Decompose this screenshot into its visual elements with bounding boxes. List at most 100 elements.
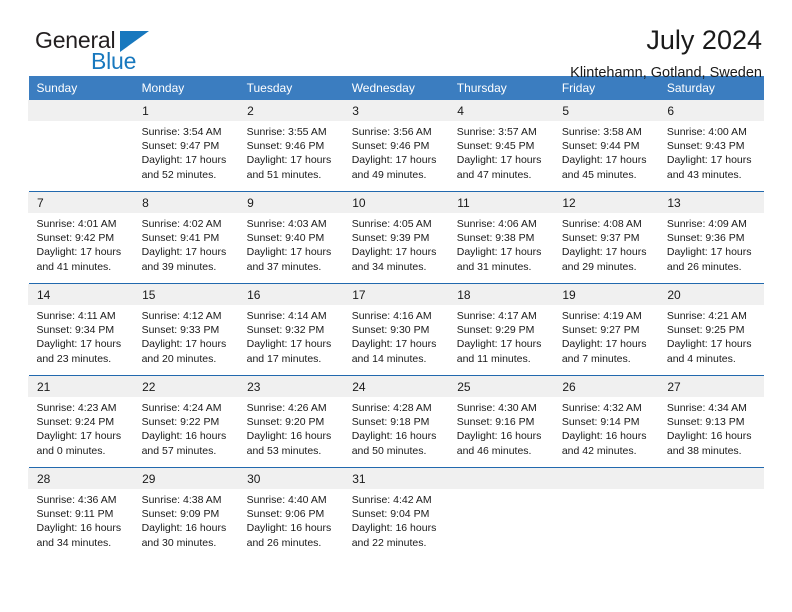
day-cell: Sunrise: 4:38 AM Sunset: 9:09 PM Daylight:… xyxy=(133,489,239,559)
day-number[interactable]: 31 xyxy=(343,468,449,489)
day-number-row: 123456 xyxy=(27,100,764,121)
day-number[interactable]: 3 xyxy=(343,100,449,121)
daylight-duration-line2: and 22 minutes. xyxy=(351,536,427,549)
daylight-duration-line2: and 29 minutes. xyxy=(561,260,637,273)
daylight-duration-line2: and 39 minutes. xyxy=(141,260,217,273)
day-number[interactable]: 10 xyxy=(343,192,449,213)
daylight-duration-line2: and 34 minutes. xyxy=(351,260,427,273)
sunset-time: Sunset: 9:25 PM xyxy=(666,324,745,337)
day-number[interactable]: 25 xyxy=(448,376,554,397)
day-number[interactable]: 22 xyxy=(133,376,239,397)
sunset-time: Sunset: 9:29 PM xyxy=(456,324,535,337)
day-number[interactable]: 23 xyxy=(238,376,344,397)
day-number[interactable]: 5 xyxy=(553,100,659,121)
day-number[interactable]: 15 xyxy=(133,284,239,305)
sunrise-time: Sunrise: 4:17 AM xyxy=(456,310,537,322)
sunrise-time: Sunrise: 4:11 AM xyxy=(36,310,116,322)
sunrise-time: Sunrise: 4:36 AM xyxy=(36,494,117,506)
day-number[interactable]: 8 xyxy=(133,192,239,213)
day-number[interactable]: 17 xyxy=(343,284,449,305)
daylight-duration-line1: Daylight: 17 hours xyxy=(351,246,437,259)
daylight-duration-line2: and 11 minutes. xyxy=(456,352,531,365)
day-number[interactable]: 7 xyxy=(27,192,134,213)
day-number[interactable]: 29 xyxy=(133,468,239,489)
daylight-duration-line1: Daylight: 17 hours xyxy=(351,154,437,167)
day-cell: Sunrise: 4:08 AM Sunset: 9:37 PM Daylight:… xyxy=(553,213,659,283)
sunrise-sunset-calendar: Sunday Monday Tuesday Wednesday Thursday… xyxy=(27,76,764,559)
sunrise-time: Sunrise: 4:34 AM xyxy=(666,402,747,414)
weekday-header-thursday: Thursday xyxy=(448,76,554,100)
weekday-header-monday: Monday xyxy=(133,76,239,100)
day-cell-empty xyxy=(658,489,764,559)
weekday-header-wednesday: Wednesday xyxy=(343,76,449,100)
day-cell: Sunrise: 4:06 AM Sunset: 9:38 PM Daylight:… xyxy=(448,213,554,283)
day-number[interactable]: 12 xyxy=(553,192,659,213)
sunrise-time: Sunrise: 4:16 AM xyxy=(351,310,432,322)
day-cell: Sunrise: 4:40 AM Sunset: 9:06 PM Daylight:… xyxy=(238,489,344,559)
sunset-time: Sunset: 9:06 PM xyxy=(246,508,325,521)
day-number[interactable]: 16 xyxy=(238,284,344,305)
day-number[interactable]: 21 xyxy=(27,376,134,397)
day-cell: Sunrise: 4:14 AM Sunset: 9:32 PM Daylight:… xyxy=(238,305,344,375)
day-number[interactable]: 28 xyxy=(27,468,134,489)
sunset-time: Sunset: 9:40 PM xyxy=(246,232,325,245)
sunset-time: Sunset: 9:16 PM xyxy=(456,416,535,429)
daylight-duration-line1: Daylight: 17 hours xyxy=(351,338,437,351)
sunset-time: Sunset: 9:13 PM xyxy=(666,416,745,429)
day-number[interactable]: 2 xyxy=(238,100,344,121)
sunrise-time: Sunrise: 4:05 AM xyxy=(351,218,432,230)
sunrise-time: Sunrise: 4:21 AM xyxy=(666,310,747,322)
day-number[interactable]: 14 xyxy=(27,284,134,305)
daylight-duration-line2: and 47 minutes. xyxy=(456,168,532,181)
logo-text-blue: Blue xyxy=(91,48,137,74)
daylight-duration-line1: Daylight: 17 hours xyxy=(666,246,752,259)
daylight-duration-line2: and 50 minutes. xyxy=(351,444,427,457)
daylight-duration-line1: Daylight: 17 hours xyxy=(666,154,752,167)
day-cell-empty xyxy=(553,489,659,559)
sunrise-time: Sunrise: 4:40 AM xyxy=(246,494,327,506)
day-number[interactable]: 27 xyxy=(658,376,764,397)
day-number[interactable]: 9 xyxy=(238,192,344,213)
sunset-time: Sunset: 9:46 PM xyxy=(351,140,430,153)
daylight-duration-line1: Daylight: 17 hours xyxy=(456,338,542,351)
day-number[interactable]: 1 xyxy=(133,100,239,121)
sunset-time: Sunset: 9:36 PM xyxy=(666,232,745,245)
sunrise-time: Sunrise: 4:14 AM xyxy=(246,310,327,322)
day-number[interactable]: 19 xyxy=(553,284,659,305)
day-number[interactable]: 6 xyxy=(658,100,764,121)
day-number[interactable]: 26 xyxy=(553,376,659,397)
day-cell: Sunrise: 3:54 AM Sunset: 9:47 PM Daylight:… xyxy=(133,121,239,191)
sunrise-time: Sunrise: 4:02 AM xyxy=(141,218,222,230)
daylight-duration-line1: Daylight: 17 hours xyxy=(36,246,122,259)
sunrise-time: Sunrise: 3:58 AM xyxy=(561,126,642,138)
day-number[interactable]: 18 xyxy=(448,284,554,305)
daylight-duration-line1: Daylight: 17 hours xyxy=(561,246,647,259)
daylight-duration-line2: and 45 minutes. xyxy=(561,168,637,181)
day-number[interactable]: 11 xyxy=(448,192,554,213)
day-cell: Sunrise: 4:42 AM Sunset: 9:04 PM Daylight:… xyxy=(343,489,449,559)
day-number[interactable]: 13 xyxy=(658,192,764,213)
daylight-duration-line2: and 43 minutes. xyxy=(666,168,742,181)
sunrise-time: Sunrise: 4:28 AM xyxy=(351,402,432,414)
location-subtitle: Klintehamn, Gotland, Sweden xyxy=(570,65,762,82)
daylight-duration-line2: and 38 minutes. xyxy=(666,444,742,457)
daylight-duration-line1: Daylight: 16 hours xyxy=(141,430,227,443)
sunrise-time: Sunrise: 4:03 AM xyxy=(246,218,327,230)
daylight-duration-line2: and 34 minutes. xyxy=(36,536,112,549)
day-number[interactable]: 20 xyxy=(658,284,764,305)
sunrise-time: Sunrise: 4:00 AM xyxy=(666,126,747,138)
day-cell: Sunrise: 4:05 AM Sunset: 9:39 PM Daylight:… xyxy=(343,213,449,283)
sunrise-time: Sunrise: 4:26 AM xyxy=(246,402,327,414)
day-number[interactable]: 30 xyxy=(238,468,344,489)
sunset-time: Sunset: 9:14 PM xyxy=(561,416,640,429)
daylight-duration-line2: and 7 minutes. xyxy=(561,352,631,365)
day-number[interactable]: 4 xyxy=(448,100,554,121)
day-number[interactable]: 24 xyxy=(343,376,449,397)
sunset-time: Sunset: 9:47 PM xyxy=(141,140,220,153)
day-cell: Sunrise: 4:17 AM Sunset: 9:29 PM Daylight:… xyxy=(448,305,554,375)
daylight-duration-line2: and 51 minutes. xyxy=(246,168,322,181)
daylight-duration-line1: Daylight: 17 hours xyxy=(36,338,122,351)
sunrise-time: Sunrise: 3:55 AM xyxy=(246,126,327,138)
sunset-time: Sunset: 9:11 PM xyxy=(36,508,114,521)
sunset-time: Sunset: 9:44 PM xyxy=(561,140,640,153)
